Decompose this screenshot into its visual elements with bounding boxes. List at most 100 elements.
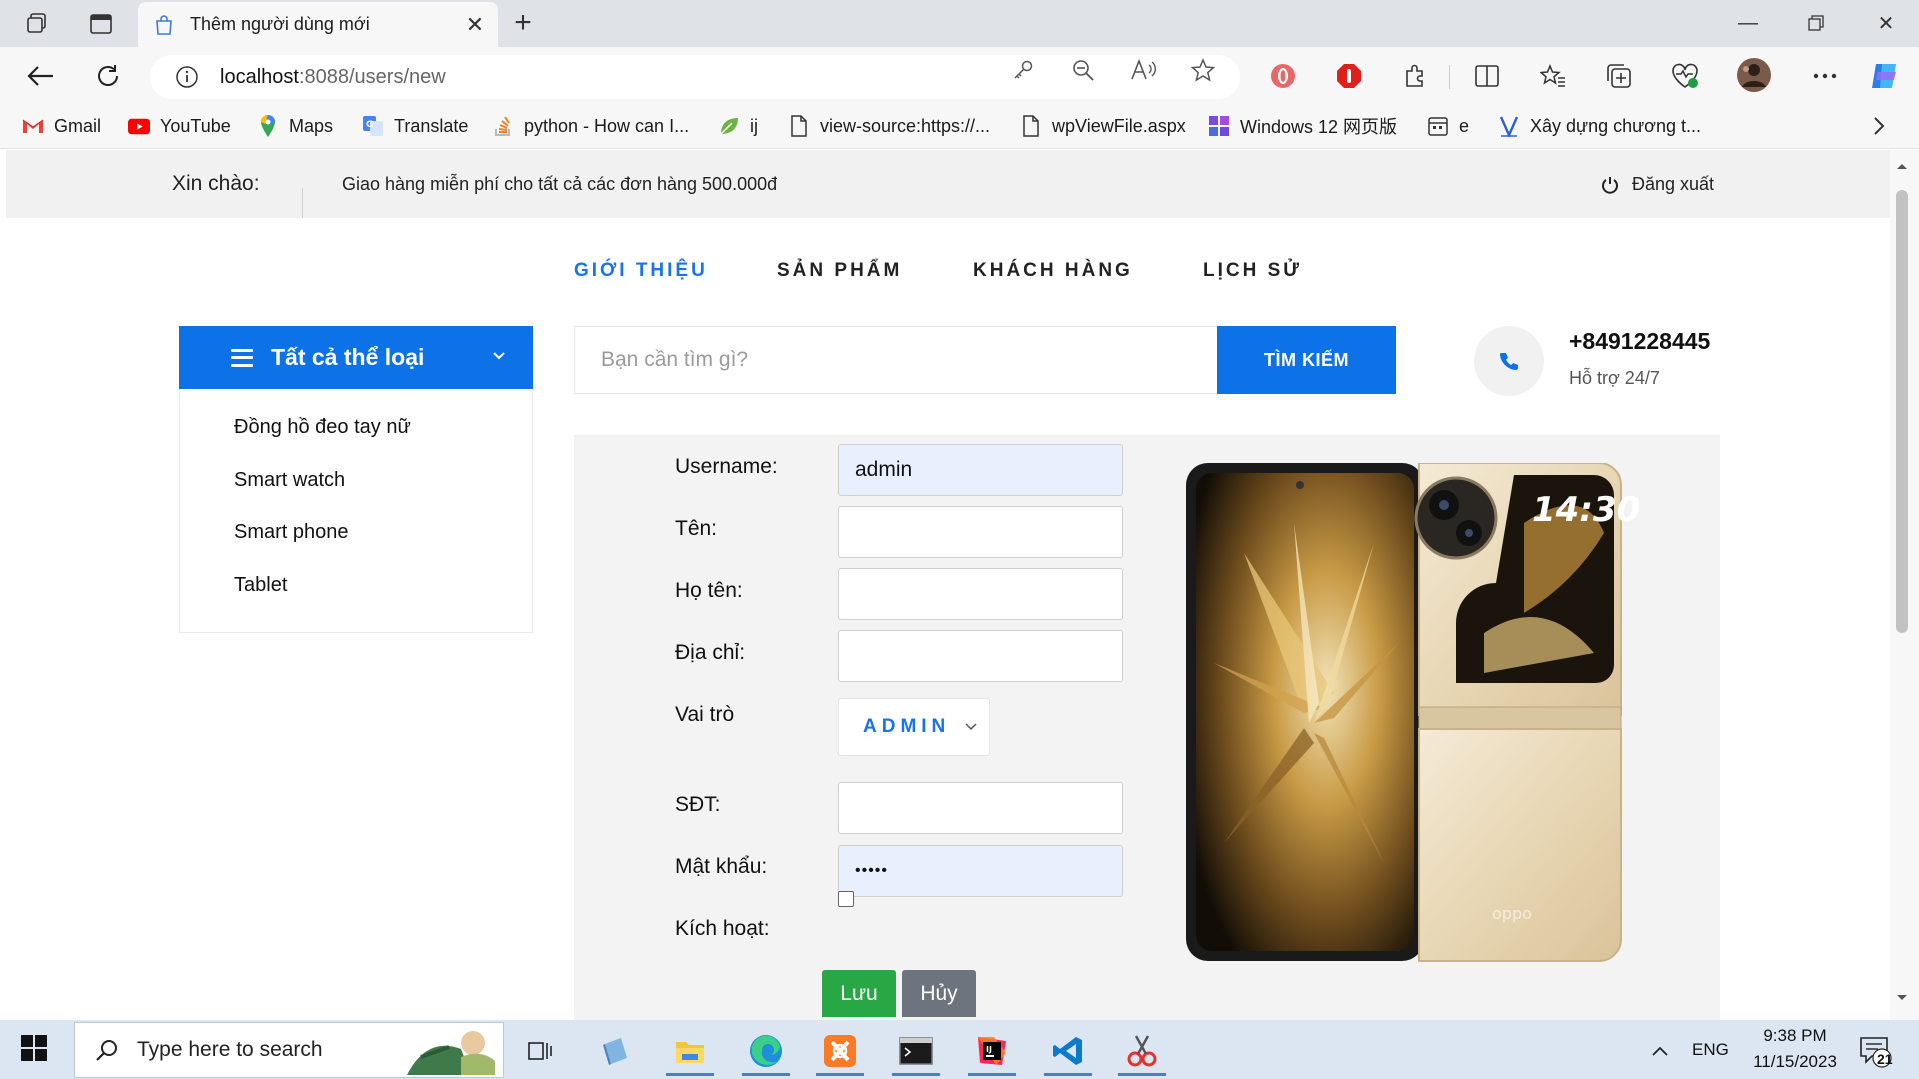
ten-field[interactable]	[838, 506, 1123, 558]
username-label: Username:	[675, 455, 778, 478]
bookmark-view-source[interactable]: view-source:https://...	[788, 113, 990, 139]
bookmark-e[interactable]: e	[1427, 113, 1469, 139]
bookmark-ij[interactable]: ij	[718, 113, 758, 139]
category-item[interactable]: Tablet	[234, 574, 287, 597]
page-viewport: Xin chào: Giao hàng miễn phí cho tất cả …	[0, 150, 1890, 1020]
search-icon	[93, 1036, 121, 1064]
notification-center-icon[interactable]: 21	[1852, 1026, 1898, 1076]
bookmark-stackoverflow[interactable]: python - How can I...	[492, 113, 689, 139]
matkhau-label: Mật khẩu:	[675, 855, 768, 878]
diachi-field[interactable]	[838, 630, 1123, 682]
back-icon[interactable]	[24, 59, 58, 93]
bookmark-translate[interactable]: G Translate	[362, 113, 468, 139]
categories-list: Đồng hồ đeo tay nữ Smart watch Smart pho…	[179, 389, 533, 633]
favorites-icon[interactable]	[1536, 59, 1570, 93]
categories-toggle[interactable]: Tất cả thể loại	[179, 326, 533, 389]
support-hours: Hỗ trợ 24/7	[1569, 368, 1660, 388]
nav-khach-hang[interactable]: KHÁCH HÀNG	[973, 260, 1133, 282]
browser-tab-bar: Thêm người dùng mới ✕ + — ✕	[0, 0, 1919, 47]
windows-start-icon[interactable]	[20, 1034, 50, 1064]
category-item[interactable]: Smart phone	[234, 521, 349, 544]
close-tab-icon[interactable]: ✕	[460, 10, 490, 40]
windows-taskbar: Type here to search IJ ENG 9:38 PM 11/15…	[0, 1020, 1919, 1079]
xampp-icon[interactable]	[812, 1026, 868, 1076]
calendar-icon	[1427, 115, 1449, 137]
collections-icon[interactable]	[1602, 59, 1636, 93]
chevron-down-icon	[965, 715, 977, 731]
bookmarks-overflow-icon[interactable]	[1872, 113, 1886, 139]
vscode-icon[interactable]	[1040, 1026, 1096, 1076]
key-icon[interactable]	[1008, 57, 1038, 83]
extensions-icon[interactable]	[1398, 59, 1432, 93]
role-select[interactable]: ADMIN	[838, 698, 990, 756]
greeting-text: Xin chào:	[172, 172, 260, 195]
restore-icon[interactable]	[1794, 8, 1838, 38]
category-item[interactable]: Smart watch	[234, 469, 345, 492]
nav-gioi-thieu[interactable]: GIỚI THIỆU	[574, 260, 708, 282]
logout-link[interactable]: Đăng xuất	[1600, 174, 1714, 195]
vertical-tabs-icon[interactable]	[86, 10, 116, 38]
clock-date[interactable]: 11/15/2023	[1740, 1052, 1850, 1072]
snipping-tool-icon[interactable]	[1114, 1026, 1170, 1076]
password-field[interactable]: •••••	[838, 845, 1123, 897]
bookmark-windows12[interactable]: Windows 12 网页版	[1208, 113, 1397, 139]
notepad-app-icon[interactable]	[588, 1026, 644, 1076]
opera-extension-icon[interactable]	[1266, 59, 1300, 93]
favorite-star-icon[interactable]	[1188, 57, 1218, 83]
site-info-icon[interactable]	[174, 64, 200, 90]
youtube-icon	[128, 115, 150, 137]
read-aloud-icon[interactable]	[1128, 57, 1158, 83]
hoten-field[interactable]	[838, 568, 1123, 620]
svg-text:G: G	[366, 120, 373, 130]
browser-essentials-icon[interactable]	[1668, 59, 1702, 93]
task-view-icon[interactable]	[512, 1026, 568, 1076]
search-placeholder: Bạn cần tìm gì?	[601, 348, 749, 371]
terminal-icon[interactable]	[888, 1026, 944, 1076]
intellij-icon[interactable]: IJ	[964, 1026, 1020, 1076]
phone-brand-text: oppo	[1492, 904, 1532, 923]
bookmark-maps[interactable]: Maps	[257, 113, 333, 139]
bookmark-wpviewfile[interactable]: wpViewFile.aspx	[1020, 113, 1186, 139]
file-explorer-icon[interactable]	[662, 1026, 718, 1076]
translate-icon: G	[362, 115, 384, 137]
vaitro-label: Vai trò	[675, 703, 735, 726]
scroll-down-icon[interactable]	[1894, 990, 1910, 1006]
power-icon	[1600, 175, 1620, 195]
bookmark-xay-dung[interactable]: Xây dựng chương t...	[1498, 113, 1701, 139]
stackoverflow-icon	[492, 115, 514, 137]
scrollbar-thumb[interactable]	[1896, 190, 1908, 633]
scroll-up-icon[interactable]	[1894, 158, 1910, 174]
close-window-icon[interactable]: ✕	[1864, 8, 1908, 38]
profile-avatar[interactable]	[1736, 57, 1772, 93]
bookmark-youtube[interactable]: YouTube	[128, 113, 231, 139]
sdt-field[interactable]	[838, 782, 1123, 834]
minimize-icon[interactable]: —	[1726, 8, 1770, 38]
bookmark-gmail[interactable]: Gmail	[22, 113, 101, 139]
active-checkbox[interactable]	[838, 891, 854, 907]
adblock-extension-icon[interactable]	[1332, 59, 1366, 93]
taskbar-search[interactable]: Type here to search	[74, 1022, 504, 1078]
cancel-button[interactable]: Hủy	[902, 970, 976, 1017]
workspaces-icon[interactable]	[22, 10, 52, 38]
nav-san-pham[interactable]: SẢN PHẨM	[777, 260, 902, 282]
clock-time[interactable]: 9:38 PM	[1755, 1026, 1835, 1046]
language-indicator[interactable]: ENG	[1692, 1040, 1729, 1060]
search-button[interactable]: TÌM KIẾM	[1217, 326, 1396, 394]
logout-label: Đăng xuất	[1632, 174, 1715, 194]
split-screen-icon[interactable]	[1470, 59, 1504, 93]
zoom-out-icon[interactable]	[1068, 57, 1098, 83]
save-button[interactable]: Lưu	[822, 970, 896, 1017]
copilot-icon[interactable]	[1868, 59, 1902, 93]
nav-lich-su[interactable]: LỊCH SỬ	[1203, 260, 1302, 282]
chevron-down-icon	[491, 348, 507, 364]
role-selected-value: ADMIN	[863, 716, 951, 737]
category-item[interactable]: Đồng hồ đeo tay nữ	[234, 416, 411, 439]
more-menu-icon[interactable]	[1808, 59, 1842, 93]
edge-browser-icon[interactable]	[738, 1026, 794, 1076]
search-input[interactable]: Bạn cần tìm gì?	[574, 326, 1218, 394]
active-tab[interactable]: Thêm người dùng mới ✕	[138, 2, 498, 47]
new-tab-icon[interactable]: +	[508, 6, 538, 39]
show-hidden-icons-icon[interactable]	[1640, 1026, 1680, 1076]
refresh-icon[interactable]	[91, 59, 125, 93]
username-field[interactable]: admin	[838, 444, 1123, 496]
